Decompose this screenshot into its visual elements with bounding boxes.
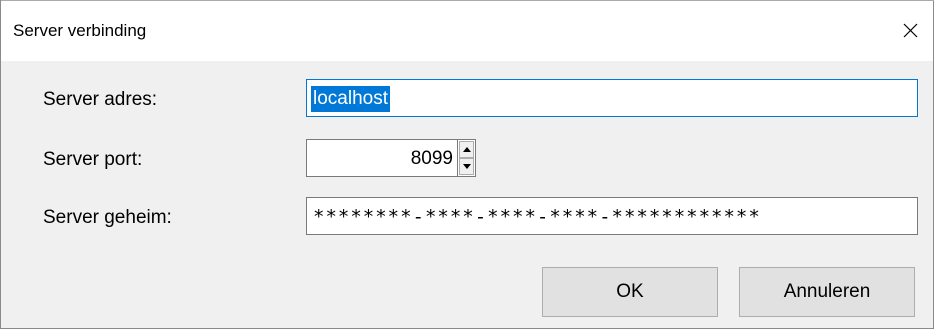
server-secret-input[interactable]: ********-****-****-****-************: [306, 197, 918, 235]
port-increment-button[interactable]: [459, 141, 474, 158]
dialog-body: Server adres: localhost Server port: 809…: [1, 61, 933, 328]
dialog-window: Server verbinding Server adres: localhos…: [0, 0, 934, 329]
server-address-input[interactable]: localhost: [306, 79, 918, 117]
cancel-button[interactable]: Annuleren: [739, 267, 915, 317]
server-port-value: 8099: [410, 148, 453, 169]
window-title: Server verbinding: [13, 21, 147, 40]
server-port-input[interactable]: 8099: [306, 139, 458, 177]
server-secret-value: ********-****-****-****-************: [313, 206, 761, 228]
server-address-value: localhost: [311, 86, 390, 112]
port-decrement-button[interactable]: [459, 158, 474, 175]
triangle-up-icon: [463, 147, 471, 152]
server-port-label: Server port:: [43, 149, 143, 170]
server-secret-label: Server geheim:: [43, 207, 172, 228]
title-bar[interactable]: Server verbinding: [1, 1, 933, 61]
close-icon: [903, 23, 918, 38]
server-address-label: Server adres:: [43, 89, 158, 110]
ok-button[interactable]: OK: [542, 267, 718, 317]
close-button[interactable]: [887, 1, 933, 61]
triangle-down-icon: [463, 164, 471, 169]
server-port-stepper: [458, 139, 476, 177]
